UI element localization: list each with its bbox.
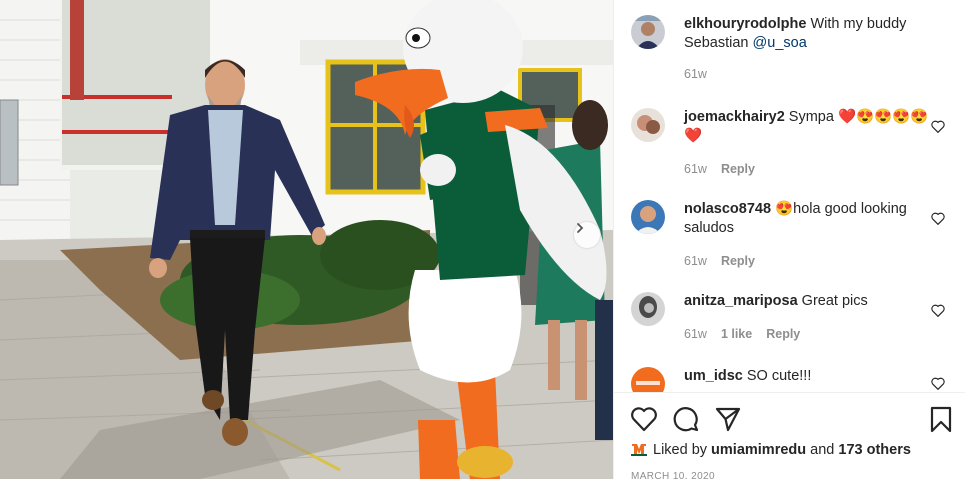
comment-body: um_idsc SO cute!!! (684, 367, 929, 386)
photo-illustration (0, 0, 613, 479)
chevron-right-icon (577, 223, 584, 233)
comment-icon[interactable] (672, 405, 700, 433)
avatar-image (631, 367, 665, 392)
likes-summary: Liked by umiamimredu and 173 others (631, 442, 911, 458)
comment-body: joemackhairy2 Sympa ❤️😍😍😍😍❤️ (684, 108, 929, 146)
commenter-avatar[interactable] (631, 367, 665, 392)
likes-user[interactable]: umiamimredu (711, 442, 806, 458)
comment-user[interactable]: um_idsc (684, 368, 743, 384)
post-sidebar: elkhouryrodolphe With my buddy Sebastian… (613, 0, 965, 479)
share-icon[interactable] (714, 405, 742, 433)
comment-age[interactable]: 61w (684, 254, 707, 268)
reply-button[interactable]: Reply (721, 254, 755, 268)
commenter-avatar[interactable] (631, 200, 665, 234)
liker-avatar-icon[interactable] (631, 442, 647, 456)
post-photo[interactable] (0, 0, 613, 479)
heart-icon[interactable] (931, 120, 945, 133)
commenter-avatar[interactable] (631, 292, 665, 326)
avatar-image (631, 108, 665, 142)
comment-body: anitza_mariposa Great pics (684, 292, 929, 311)
comment-user[interactable]: nolasco8748 (684, 201, 771, 217)
likes-others[interactable]: 173 others (838, 442, 911, 458)
heart-icon[interactable] (931, 377, 945, 390)
comment-meta: 61w Reply (684, 162, 769, 176)
heart-icon[interactable] (931, 304, 945, 317)
comment-user[interactable]: joemackhairy2 (684, 109, 785, 125)
likes-middle: and (806, 442, 839, 458)
bookmark-icon[interactable] (927, 405, 955, 433)
comment-text: SO cute!!! (742, 368, 812, 384)
reply-button[interactable]: Reply (766, 327, 800, 341)
caption-age[interactable]: 61w (684, 67, 707, 81)
avatar-image (631, 15, 665, 49)
comment-meta: 61w Reply (684, 254, 769, 268)
comment-meta: 61w 1 like Reply (684, 327, 814, 341)
reply-button[interactable]: Reply (721, 162, 755, 176)
caption-meta: 61w (684, 67, 721, 81)
comment-text: Great pics (797, 293, 868, 309)
comment-body: nolasco8748 😍hola good looking saludos (684, 200, 929, 238)
caption-mention[interactable]: @u_soa (753, 35, 807, 51)
avatar-image (631, 200, 665, 234)
likes-prefix: Liked by (653, 442, 712, 458)
caption-author[interactable]: elkhouryrodolphe (684, 16, 806, 32)
heart-icon[interactable] (931, 212, 945, 225)
heart-icon[interactable] (630, 405, 658, 433)
commenter-avatar[interactable] (631, 108, 665, 142)
carousel-next-button[interactable] (574, 222, 600, 248)
avatar-image (631, 292, 665, 326)
comment-likes[interactable]: 1 like (721, 327, 752, 341)
comment-user[interactable]: anitza_mariposa (684, 293, 798, 309)
caption-body: elkhouryrodolphe With my buddy Sebastian… (684, 15, 929, 53)
post-date[interactable]: MARCH 10, 2020 (631, 471, 715, 479)
comment-age[interactable]: 61w (684, 162, 707, 176)
post-actions: Liked by umiamimredu and 173 others (614, 392, 965, 479)
author-avatar[interactable] (631, 15, 665, 49)
comment-age[interactable]: 61w (684, 327, 707, 341)
comments-list[interactable]: elkhouryrodolphe With my buddy Sebastian… (614, 0, 965, 392)
